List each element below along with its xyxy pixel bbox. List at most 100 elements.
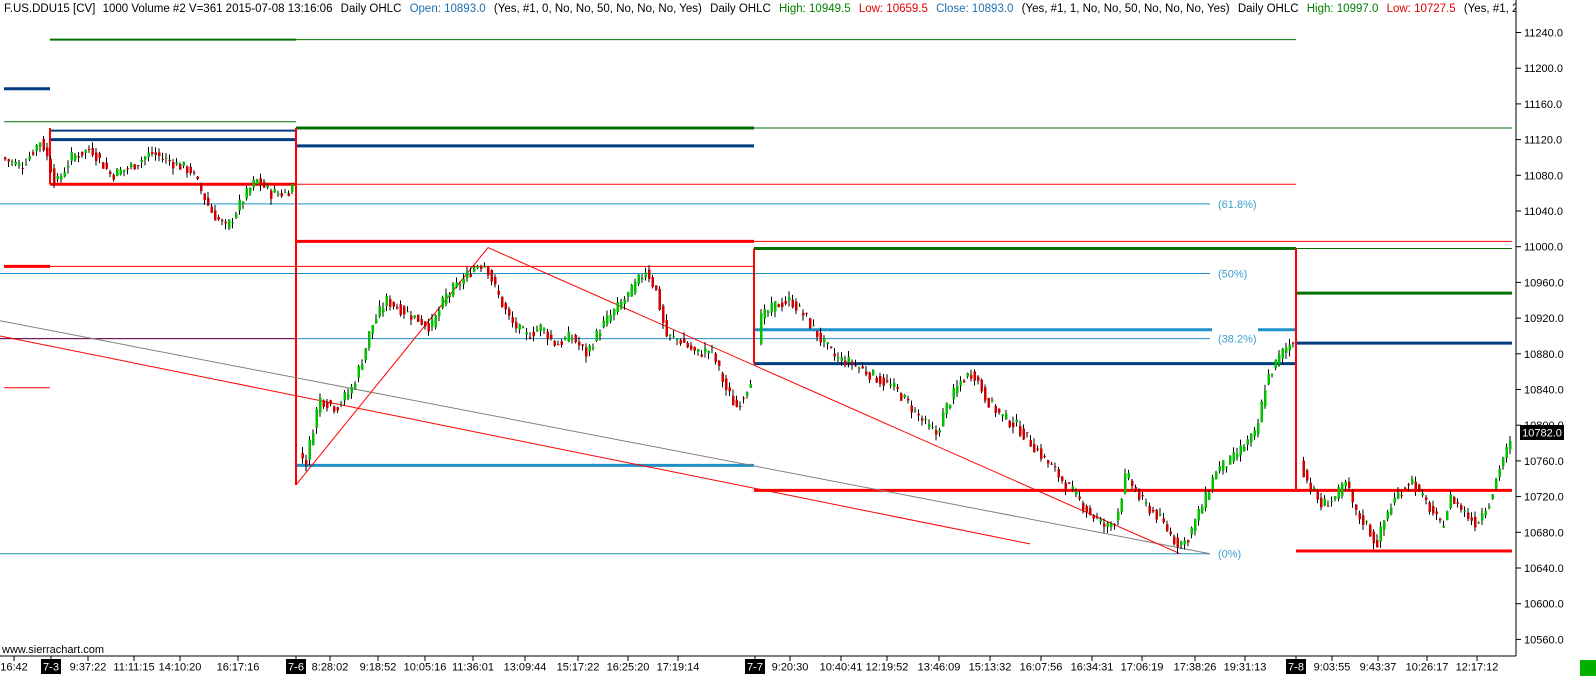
time-axis[interactable]: 16:42 7-3 9:37:22 11:11:15 14:10:20 16:17:16 7…: [0, 655, 1596, 688]
candle-up: [277, 193, 280, 195]
candle-down: [1418, 484, 1421, 490]
candle-up: [564, 337, 567, 340]
candle-up: [116, 168, 119, 177]
header-symbol: F.US.DDU15 [CV]: [4, 3, 95, 15]
candle-up: [1505, 447, 1508, 458]
candle-down: [854, 365, 857, 367]
header-params-2: (Yes, #1, 1, No, No, 50, No, No, No, Yes…: [1022, 3, 1230, 15]
candle-down: [389, 298, 392, 307]
candle-up: [238, 199, 241, 211]
candle-up: [1117, 511, 1120, 521]
date-label: 7-3: [43, 662, 59, 674]
candle-down: [574, 334, 577, 343]
candle-up: [1491, 494, 1494, 500]
candle-up: [147, 152, 150, 158]
candle-up: [826, 342, 829, 345]
candle-up: [1180, 541, 1183, 546]
candle-up: [39, 142, 42, 147]
candle-up: [522, 327, 525, 329]
candle-up: [1239, 445, 1242, 456]
candle-down: [725, 378, 728, 390]
candle-down: [179, 164, 182, 170]
candle-down: [655, 285, 658, 290]
candle-down: [1064, 482, 1067, 491]
time-label: 19:31:13: [1224, 662, 1267, 674]
candle-down: [578, 341, 581, 346]
candle-up: [249, 187, 252, 194]
candle-up: [609, 314, 612, 322]
candle-down: [868, 372, 871, 380]
candle-up: [924, 418, 927, 420]
candle-up: [368, 331, 371, 348]
time-label: 16:25:20: [607, 662, 650, 674]
candle-down: [886, 380, 889, 382]
candle-up: [931, 427, 934, 429]
candle-down: [1085, 506, 1088, 513]
candle-down: [529, 337, 532, 339]
watermark: www.sierrachart.com: [1, 644, 104, 656]
candle-up: [84, 149, 87, 153]
candle-up: [1281, 348, 1284, 359]
candle-down: [1362, 515, 1365, 525]
candle-down: [1369, 524, 1372, 537]
candle-down: [1068, 482, 1071, 484]
fib-label: (38.2%): [1218, 334, 1257, 346]
candle-down: [1162, 518, 1165, 523]
last-price-label: 10782.0: [1522, 428, 1562, 440]
candle-up: [256, 179, 259, 185]
candle-down: [907, 398, 910, 401]
candle-down: [504, 302, 507, 310]
candle-down: [1103, 523, 1106, 527]
candle-down: [998, 408, 1001, 413]
candle-down: [1089, 507, 1092, 515]
header-high: High: 10949.5: [779, 3, 851, 15]
candle-up: [1386, 511, 1389, 520]
candle-down: [546, 331, 549, 340]
candle-up: [364, 347, 367, 361]
candle-up: [630, 284, 633, 297]
price-tick-label: 10960.0: [1524, 277, 1564, 289]
candle-down: [511, 317, 514, 323]
candle-up: [1204, 491, 1207, 509]
candle-down: [1141, 495, 1144, 497]
candle-up: [539, 324, 542, 332]
candle-down: [196, 176, 199, 179]
time-label: 9:43:37: [1360, 662, 1397, 674]
candle-down: [777, 304, 780, 308]
candle-down: [168, 159, 171, 162]
candle-up: [455, 282, 458, 287]
candle-up: [872, 369, 875, 375]
candle-down: [77, 156, 80, 158]
candle-down: [224, 221, 227, 224]
candle-up: [371, 325, 374, 334]
candle-down: [1026, 432, 1029, 434]
candle-up: [837, 357, 840, 359]
candle-down: [420, 318, 423, 325]
candle-down: [585, 347, 588, 357]
fib-label: (61.8%): [1218, 199, 1257, 211]
time-label: 15:13:32: [969, 662, 1012, 674]
candle-up: [1502, 457, 1505, 467]
candle-up: [1243, 446, 1246, 452]
candle-up: [312, 433, 315, 446]
candle-up: [252, 179, 255, 188]
candlestick-chart[interactable]: (61.8%) (50%) (38.2%) (0%) F.US.DDU15 [CV] …: [0, 0, 1596, 688]
price-tick-label: 10840.0: [1524, 385, 1564, 397]
candle-down: [1456, 502, 1459, 504]
candle-down: [396, 306, 399, 309]
candle-up: [1194, 519, 1197, 532]
candle-down: [207, 197, 210, 206]
price-axis[interactable]: 11240.0 11200.0 11160.0 11120.0 11080.0 11040…: [1515, 0, 1596, 688]
candle-down: [326, 402, 329, 409]
candle-up: [1222, 460, 1225, 471]
candle-up: [1120, 498, 1123, 512]
candle-up: [767, 311, 770, 314]
candle-down: [693, 346, 696, 351]
candle-down: [1306, 470, 1309, 481]
candle-up: [1365, 521, 1368, 523]
candle-up: [595, 330, 598, 341]
candle-up: [315, 408, 318, 428]
candle-down: [1019, 425, 1022, 436]
candle-down: [333, 406, 336, 412]
time-label: 12:19:52: [866, 662, 909, 674]
